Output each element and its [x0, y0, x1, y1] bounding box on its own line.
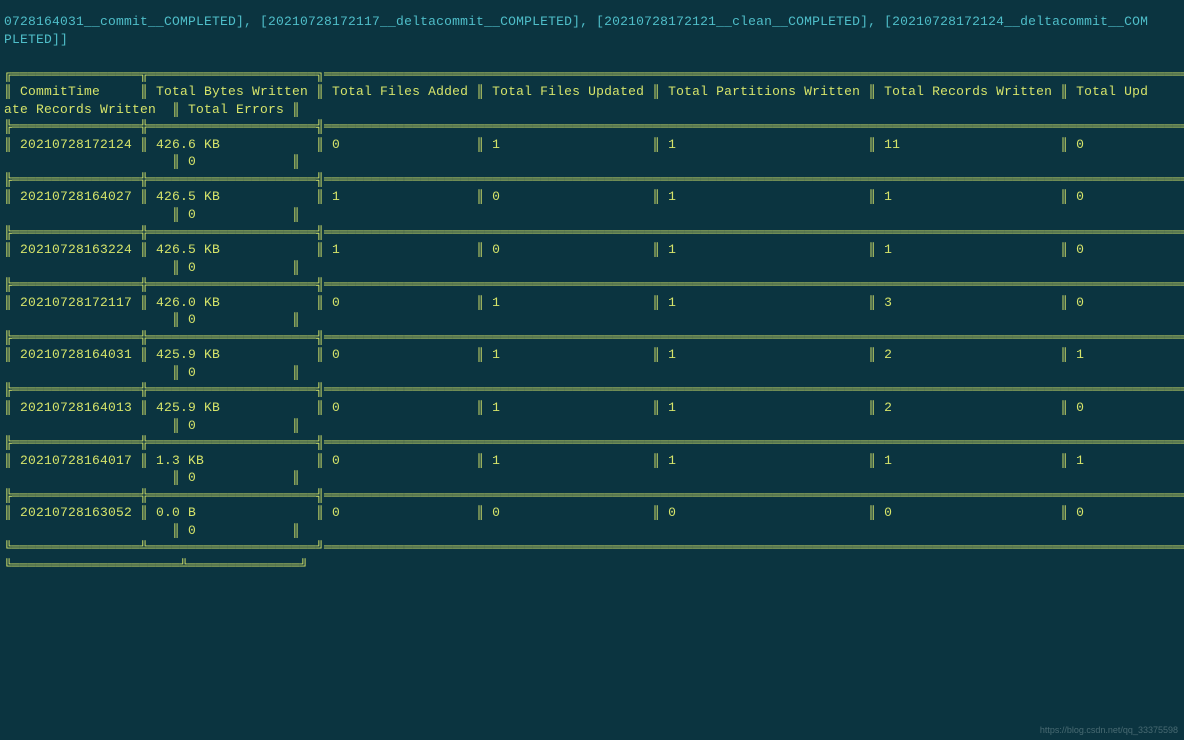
watermark: https://blog.csdn.net/qq_33375598: [1040, 724, 1178, 736]
terminal-output: 0728164031__commit__COMPLETED], [2021072…: [0, 13, 1184, 575]
